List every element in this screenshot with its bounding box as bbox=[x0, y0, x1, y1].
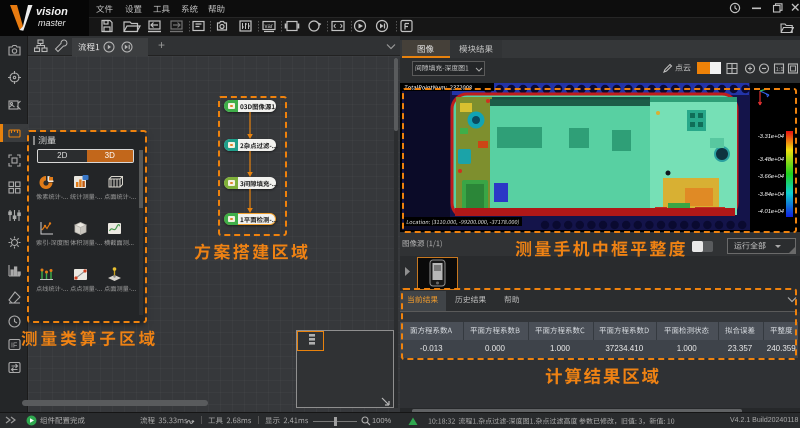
svg-text:var: var bbox=[265, 24, 273, 30]
svg-text:IF: IF bbox=[11, 343, 17, 350]
svg-text:vision: vision bbox=[36, 6, 68, 18]
svg-text:1:1: 1:1 bbox=[776, 67, 784, 73]
svg-text:master: master bbox=[38, 18, 67, 28]
